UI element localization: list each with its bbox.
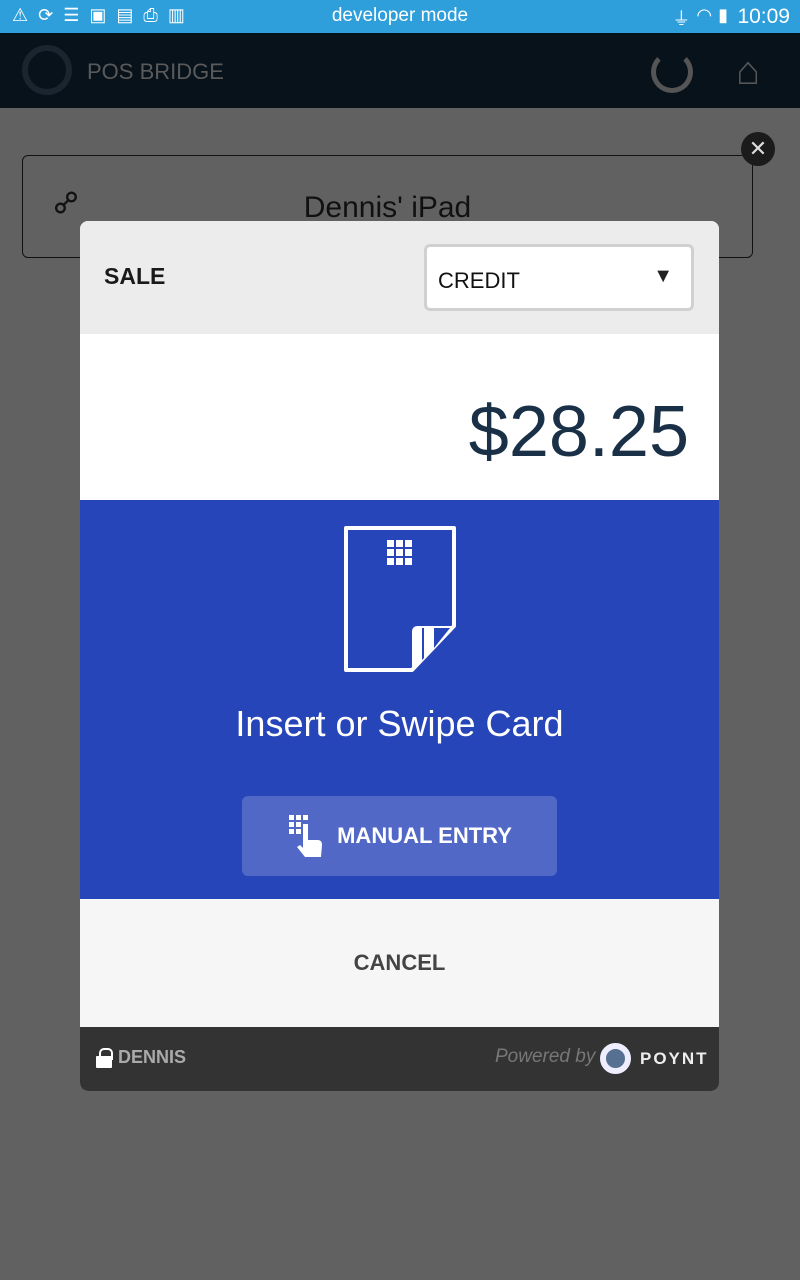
payment-method-select[interactable]: CREDIT ▼ [424, 244, 694, 311]
usb-icon: ⏚ [672, 9, 691, 29]
status-bar: ⚠ ⟳ ☰ ▣ ▤ ⎙ ▥ developer mode ⏚ ◠ ▮ 10:09 [0, 0, 800, 33]
card-prompt: Insert or Swipe Card [235, 703, 564, 744]
manual-entry-button[interactable]: MANUAL ENTRY [242, 796, 557, 876]
dropdown-arrow-icon: ▼ [653, 265, 673, 287]
battery-charging-icon: ▮ [718, 5, 728, 25]
powered-by: Powered by [495, 1046, 596, 1067]
dialog-footer: DENNIS Powered by POYNT [80, 1027, 719, 1091]
cancel-button[interactable]: CANCEL [80, 899, 719, 1027]
brand-name: POYNT [640, 1049, 709, 1068]
device-name: Dennis' iPad [303, 191, 472, 224]
amount-display: $28.25 [80, 334, 719, 500]
payment-dialog: SALE CREDIT ▼ $28.25 Insert or Swipe Car… [80, 221, 719, 1091]
app-title: POS BRIDGE [87, 59, 224, 84]
amount: $28.25 [468, 392, 689, 472]
close-icon[interactable]: ✕ [741, 132, 775, 166]
user-info: DENNIS [96, 1047, 186, 1068]
poynt-logo-icon [600, 1043, 631, 1074]
dialog-header: SALE CREDIT ▼ [80, 221, 719, 334]
refresh-icon[interactable] [651, 51, 693, 93]
chip-card-icon [344, 526, 456, 672]
transaction-type: SALE [104, 263, 166, 289]
app-bar: POS BRIDGE ⌂ [0, 33, 800, 108]
payment-method-value: CREDIT [438, 268, 520, 293]
manual-entry-label: MANUAL ENTRY [337, 823, 512, 848]
clock: 10:09 [737, 5, 790, 28]
user-name: DENNIS [118, 1047, 187, 1067]
wifi-icon: ◠ [696, 5, 713, 25]
home-icon[interactable]: ⌂ [736, 51, 760, 91]
keypad-touch-icon [289, 815, 323, 857]
app-logo-icon [22, 45, 72, 95]
lock-icon [96, 1047, 113, 1068]
card-prompt-panel: Insert or Swipe Card MANUAL ENTRY [80, 500, 719, 899]
